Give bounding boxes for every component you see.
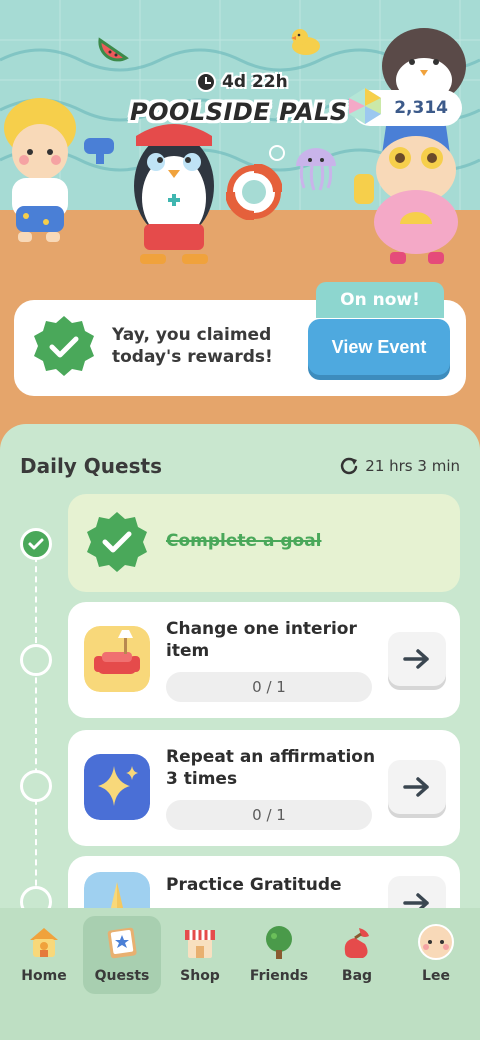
quest-progress: 0 / 1 (166, 672, 372, 702)
quest-status-pending (20, 644, 52, 676)
on-now-tag: On now! (316, 282, 444, 318)
quest-card[interactable]: Change one interior item 0 / 1 (68, 602, 460, 718)
quest-title-line1: Change one interior (166, 619, 357, 639)
progress-track (35, 546, 37, 926)
nav-item-bag[interactable]: Bag (318, 916, 396, 994)
swimmer-character (354, 118, 458, 264)
quest-card[interactable]: Repeat an affirmation 3 times 0 / 1 (68, 730, 460, 846)
nav-label: Lee (422, 968, 450, 984)
check-icon (28, 538, 44, 550)
event-title: POOLSIDE PALS (130, 98, 348, 126)
duck-character (4, 98, 114, 242)
nav-label: Shop (180, 968, 220, 984)
gem-icon (349, 88, 381, 124)
daily-quests-title: Daily Quests (20, 454, 162, 478)
life-ring-icon (226, 164, 282, 220)
quest-title-line1: Repeat an affirmation (166, 747, 376, 767)
nav-item-home[interactable]: Home (5, 916, 83, 994)
event-timer: 4d 22h (196, 72, 288, 92)
gem-balance[interactable]: 2,314 (349, 88, 462, 126)
check-badge-icon (34, 316, 94, 376)
refresh-icon (341, 457, 358, 475)
clock-icon (196, 72, 216, 92)
go-to-quest-button[interactable] (388, 632, 446, 686)
shop-icon (185, 930, 215, 958)
bubble-icon (269, 145, 285, 161)
quest-card-completed[interactable]: Complete a goal (68, 494, 460, 592)
home-icon (30, 928, 58, 957)
claim-message: Yay, you claimed today's rewards! (112, 324, 292, 368)
nav-label: Friends (249, 968, 309, 984)
nav-label: Quests (94, 968, 150, 984)
arrow-right-icon (403, 649, 429, 669)
sparkle-icon (84, 754, 150, 820)
event-timer-text: 4d 22h (222, 72, 288, 92)
sofa-icon (84, 626, 150, 692)
reset-timer-text: 21 hrs 3 min (365, 457, 460, 475)
nav-item-profile[interactable]: Lee (397, 916, 475, 994)
watermelon-icon (98, 37, 129, 62)
quest-title: Complete a goal (166, 531, 322, 551)
nav-item-friends[interactable]: Friends (240, 916, 318, 994)
quest-title-line2: item (166, 641, 210, 661)
nav-label: Bag (341, 968, 373, 984)
quest-status-done (20, 528, 52, 560)
quest-progress: 0 / 1 (166, 800, 372, 830)
check-badge-icon (87, 512, 147, 572)
nav-label: Home (21, 968, 67, 984)
bottom-nav: Home Quests Shop Friends Bag Lee (0, 908, 480, 1040)
claim-message-line1: Yay, you claimed (112, 325, 272, 345)
quest-title-line1: Practice Gratitude (166, 875, 342, 895)
quest-title-line2: 3 times (166, 769, 238, 789)
jellyfish-icon (296, 148, 336, 191)
nav-item-quests[interactable]: Quests (83, 916, 161, 994)
quests-icon (107, 927, 137, 959)
quest-title: Practice Gratitude (166, 874, 376, 896)
gem-count: 2,314 (394, 98, 448, 118)
quest-title: Change one interior item (166, 618, 376, 662)
quests-reset-timer: 21 hrs 3 min (339, 456, 460, 476)
nav-item-shop[interactable]: Shop (161, 916, 239, 994)
quest-title: Repeat an affirmation 3 times (166, 746, 376, 790)
bag-icon (344, 928, 369, 958)
go-to-quest-button[interactable] (388, 760, 446, 814)
penguin-lifeguard-character (134, 124, 214, 264)
quest-status-pending (20, 770, 52, 802)
friends-icon (266, 926, 292, 959)
rubber-duck-icon (291, 29, 320, 55)
view-event-button[interactable]: View Event (308, 319, 450, 375)
claim-message-line2: today's rewards! (112, 347, 273, 367)
avatar-icon (418, 924, 454, 960)
arrow-right-icon (403, 777, 429, 797)
